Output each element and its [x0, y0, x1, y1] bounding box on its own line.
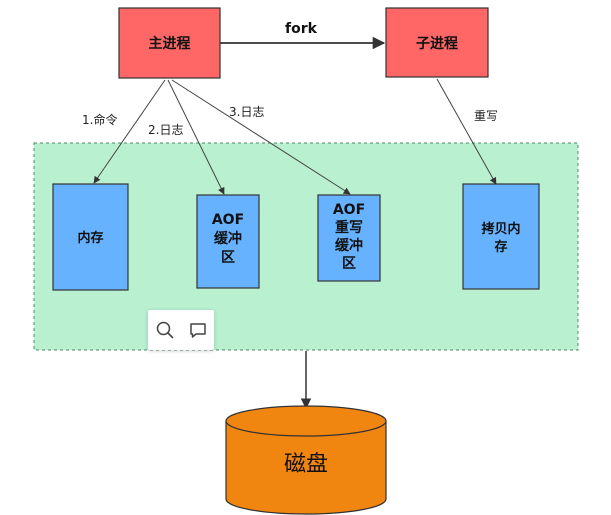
- aof-buffer-node[interactable]: AOF 缓冲 区: [196, 194, 260, 289]
- aof-rewrite-line-2: 重写: [335, 219, 363, 236]
- copy-memory-line-2: 存: [494, 239, 507, 255]
- memory-label: 内存: [77, 230, 103, 246]
- child-process-node[interactable]: 子进程: [385, 7, 489, 78]
- aof-rewrite-line-3: 缓冲: [335, 237, 363, 254]
- aof-buffer-line-3: 区: [221, 250, 235, 266]
- copy-memory-node[interactable]: 拷贝内 存: [462, 183, 540, 290]
- command-label: 1.命令: [82, 112, 117, 127]
- comment-icon[interactable]: [186, 318, 210, 342]
- rewrite-label: 重写: [474, 109, 498, 123]
- log3-label: 3.日志: [229, 105, 264, 119]
- log2-label: 2.日志: [148, 123, 183, 137]
- child-process-label: 子进程: [416, 36, 458, 52]
- aof-rewrite-line-1: AOF: [333, 202, 365, 218]
- aof-buffer-line-1: AOF: [212, 212, 244, 228]
- disk-node[interactable]: 磁盘: [225, 405, 387, 515]
- redis-aof-diagram: 主进程 子进程 fork 1.命令 2.日志 3.日志 重写 内存 AOF 缓冲…: [33, 7, 579, 515]
- memory-node[interactable]: 内存: [52, 183, 129, 291]
- floating-toolbar: [148, 310, 214, 350]
- aof-rewrite-line-4: 区: [342, 256, 356, 272]
- main-process-label: 主进程: [149, 35, 191, 52]
- main-process-node[interactable]: 主进程: [118, 7, 221, 79]
- aof-rewrite-buffer-node[interactable]: AOF 重写 缓冲 区: [317, 194, 381, 282]
- copy-memory-line-1: 拷贝内: [481, 221, 520, 237]
- disk-label: 磁盘: [284, 452, 328, 477]
- aof-buffer-line-2: 缓冲: [214, 230, 242, 247]
- fork-label: fork: [285, 21, 318, 37]
- search-icon[interactable]: [153, 318, 177, 342]
